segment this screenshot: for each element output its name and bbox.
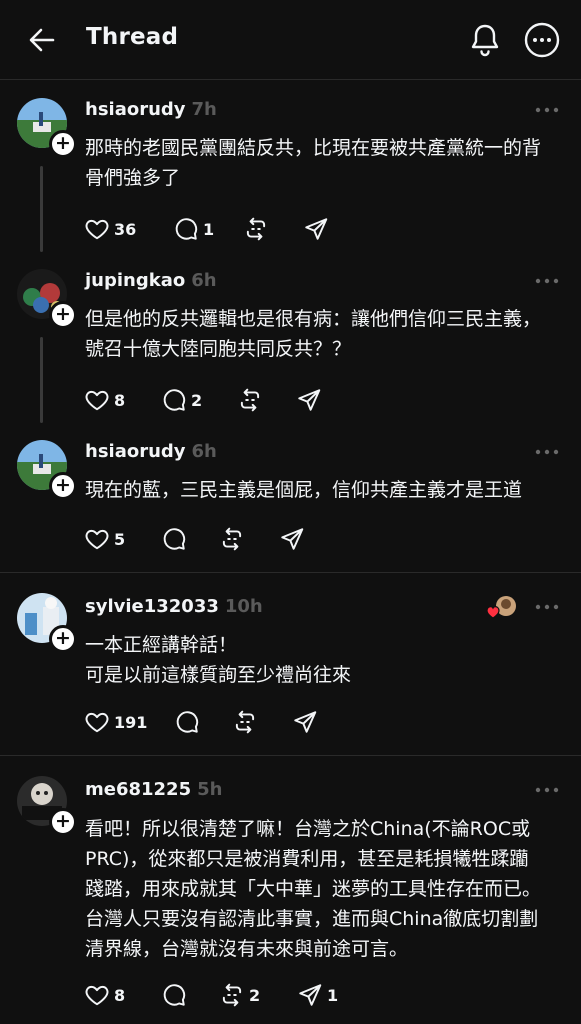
like-count: 8 [114,985,126,1005]
send-icon [303,216,329,242]
post-options-icon[interactable] [534,786,560,794]
reply-button[interactable]: 1 [173,214,214,244]
reply-button[interactable] [161,524,187,554]
action-bar: 8 2 [84,385,554,415]
like-button[interactable]: 191 [84,707,147,737]
thread-post: + hsiaorudy 7h 那時的老國民黨團結反共，比現在要被共產黨統一的背 骨… [0,80,581,252]
send-icon [292,709,318,735]
like-count: 8 [114,390,126,410]
reply-count: 1 [203,219,215,239]
reply-post: + me681225 5h 看吧！所以很清楚了嘛！台灣之於China(不論ROC或… [0,756,581,1024]
reply-bubble-icon [173,216,199,242]
share-count: 1 [327,985,339,1005]
follow-plus-icon[interactable]: + [49,625,77,653]
repost-icon [243,216,269,242]
post-time: 10h [224,596,263,617]
like-button[interactable]: 5 [84,524,125,554]
username-row: me681225 5h [85,779,222,800]
heart-icon [84,982,110,1008]
action-bar: 36 1 [84,214,554,244]
heart-icon [84,216,110,242]
follow-plus-icon[interactable]: + [49,301,77,329]
thread-connector-line [40,337,43,423]
like-count: 191 [114,712,148,732]
notification-bell-icon[interactable] [468,22,502,58]
repost-count: 2 [249,985,261,1005]
like-count: 5 [114,529,126,549]
repost-button[interactable] [232,707,258,737]
post-time: 7h [191,99,217,120]
username-row: hsiaorudy 6h [85,441,217,462]
reply-button[interactable] [174,707,200,737]
follow-plus-icon[interactable]: + [49,130,77,158]
repost-button[interactable] [243,214,269,244]
send-icon [296,387,322,413]
post-text: 看吧！所以很清楚了嘛！台灣之於China(不論ROC或 PRC)，從來都只是被消… [85,818,542,960]
post-options-icon[interactable] [534,603,560,611]
back-arrow-icon[interactable] [28,26,56,54]
username-row: sylvie132033 10h [85,596,263,617]
send-icon [279,526,305,552]
heart-icon [84,526,110,552]
post-options-icon[interactable] [534,106,560,114]
reply-bubble-icon [161,387,187,413]
like-button[interactable]: 8 [84,980,125,1010]
heart-icon [84,387,110,413]
username[interactable]: hsiaorudy [85,441,186,462]
thread-post: + jupingkao 6h 但是他的反共邏輯也是很有病：讓他們信仰三民主義， 號… [0,251,581,423]
reply-bubble-icon [174,709,200,735]
post-text: 一本正經講幹話！ 可是以前這樣質詢至少禮尚往來 [85,634,352,686]
username[interactable]: me681225 [85,779,191,800]
action-bar: 5 [84,524,554,554]
post-text: 但是他的反共邏輯也是很有病：讓他們信仰三民主義， 號召十億大陸同胞共同反共？？ [85,308,542,360]
reply-bubble-icon [161,982,187,1008]
share-button[interactable] [296,385,322,415]
thread-connector-line [40,166,43,252]
post-time: 6h [191,441,217,462]
username[interactable]: hsiaorudy [85,99,186,120]
share-button[interactable] [292,707,318,737]
page-title: Thread [86,24,179,50]
reply-button[interactable]: 2 [161,385,202,415]
repost-icon [237,387,263,413]
share-button[interactable] [303,214,329,244]
author-liked-avatar-icon [486,596,516,619]
repost-icon [219,526,245,552]
like-count: 36 [114,219,137,239]
more-options-icon[interactable] [524,22,560,58]
post-text: 那時的老國民黨團結反共，比現在要被共產黨統一的背 骨們強多了 [85,137,542,189]
follow-plus-icon[interactable]: + [49,472,77,500]
username[interactable]: sylvie132033 [85,596,219,617]
repost-button[interactable] [219,524,245,554]
username[interactable]: jupingkao [85,270,185,291]
like-button[interactable]: 36 [84,214,136,244]
post-options-icon[interactable] [534,448,560,456]
follow-plus-icon[interactable]: + [49,808,77,836]
like-button[interactable]: 8 [84,385,125,415]
send-icon [297,982,323,1008]
reply-button[interactable] [161,980,187,1010]
repost-icon [232,709,258,735]
username-row: hsiaorudy 7h [85,99,217,120]
repost-button[interactable] [237,385,263,415]
share-button[interactable] [279,524,305,554]
username-row: jupingkao 6h [85,270,217,291]
share-button[interactable]: 1 [297,980,338,1010]
post-text: 現在的藍，三民主義是個屁，信仰共產主義才是王道 [85,479,523,501]
post-options-icon[interactable] [534,277,560,285]
reply-count: 2 [191,390,203,410]
reply-post: + sylvie132033 10h 一本正經講幹話！ 可是以前這樣質詢至少禮尚往… [0,573,581,755]
heart-icon [84,709,110,735]
top-bar: Thread [0,0,581,80]
thread-post: + hsiaorudy 6h 現在的藍，三民主義是個屁，信仰共產主義才是王道 5 [0,422,581,572]
reply-bubble-icon [161,526,187,552]
post-time: 5h [197,779,223,800]
repost-button[interactable]: 2 [219,980,260,1010]
action-bar: 8 2 1 [84,980,554,1010]
repost-icon [219,982,245,1008]
action-bar: 191 [84,707,554,737]
post-time: 6h [191,270,217,291]
